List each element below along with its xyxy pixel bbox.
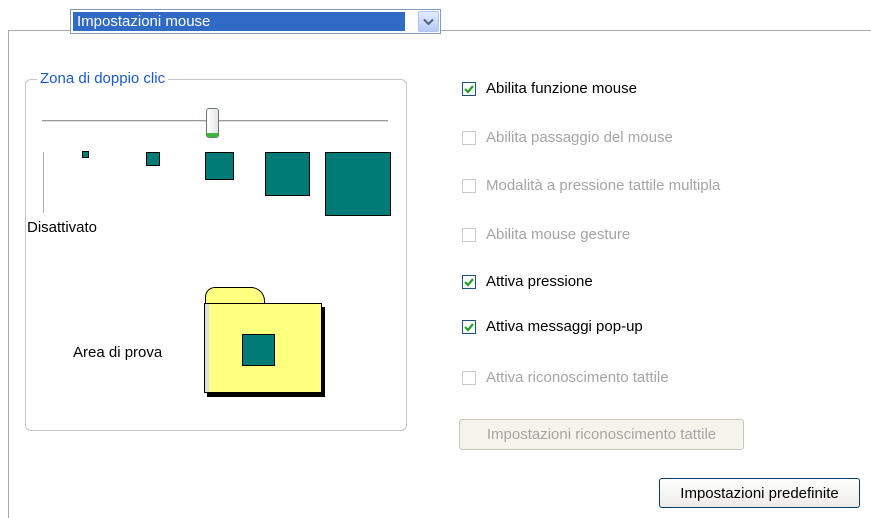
check-icon: [464, 84, 474, 94]
option-label: Attiva messaggi pop-up: [486, 318, 643, 335]
disabled-label: Disattivato: [27, 219, 98, 236]
option-label: Attiva riconoscimento tattile: [486, 369, 669, 386]
dropdown-selected-value: Impostazioni mouse: [73, 12, 405, 31]
option-label: Modalità a pressione tattile multipla: [486, 177, 721, 194]
option-pressure[interactable]: Attiva pressione: [462, 273, 593, 290]
checkbox[interactable]: [462, 178, 476, 193]
checkbox[interactable]: [462, 319, 476, 334]
checkbox[interactable]: [462, 227, 476, 242]
checkbox[interactable]: [462, 274, 476, 289]
option-multi-touch-pressure[interactable]: Modalità a pressione tattile multipla: [462, 177, 720, 194]
test-area-target[interactable]: [242, 334, 275, 366]
option-label: Abilita mouse gesture: [486, 226, 631, 243]
double-click-zone-legend: Zona di doppio clic: [37, 70, 169, 88]
slider-off-tick: [43, 152, 44, 213]
double-click-zone-slider-thumb[interactable]: [206, 108, 219, 138]
check-icon: [464, 277, 474, 287]
option-mouse-gesture[interactable]: Abilita mouse gesture: [462, 226, 630, 243]
checkbox[interactable]: [462, 130, 476, 145]
default-settings-button[interactable]: Impostazioni predefinite: [659, 478, 860, 508]
group-frame-left: [8, 30, 9, 518]
zone-size-1-icon: [82, 151, 89, 158]
option-touch-recognition[interactable]: Attiva riconoscimento tattile: [462, 369, 669, 386]
option-label: Abilita funzione mouse: [486, 80, 637, 97]
option-mouse-hover[interactable]: Abilita passaggio del mouse: [462, 129, 673, 146]
zone-size-3-icon: [205, 152, 234, 180]
zone-size-4-icon: [265, 152, 310, 196]
option-label: Attiva pressione: [486, 273, 593, 290]
checkbox[interactable]: [462, 81, 476, 96]
chevron-down-icon[interactable]: [418, 11, 439, 32]
option-popup-messages[interactable]: Attiva messaggi pop-up: [462, 318, 643, 335]
option-label: Abilita passaggio del mouse: [486, 129, 673, 146]
option-enable-mouse[interactable]: Abilita funzione mouse: [462, 80, 637, 97]
checkbox[interactable]: [462, 370, 476, 385]
check-icon: [464, 322, 474, 332]
test-area-folder-icon[interactable]: [204, 303, 322, 393]
touch-recognition-settings-button[interactable]: Impostazioni riconoscimento tattile: [459, 419, 744, 450]
settings-dropdown[interactable]: Impostazioni mouse: [70, 9, 441, 34]
zone-size-5-icon: [325, 152, 391, 216]
zone-size-2-icon: [146, 152, 160, 166]
test-area-label: Area di prova: [73, 344, 163, 361]
